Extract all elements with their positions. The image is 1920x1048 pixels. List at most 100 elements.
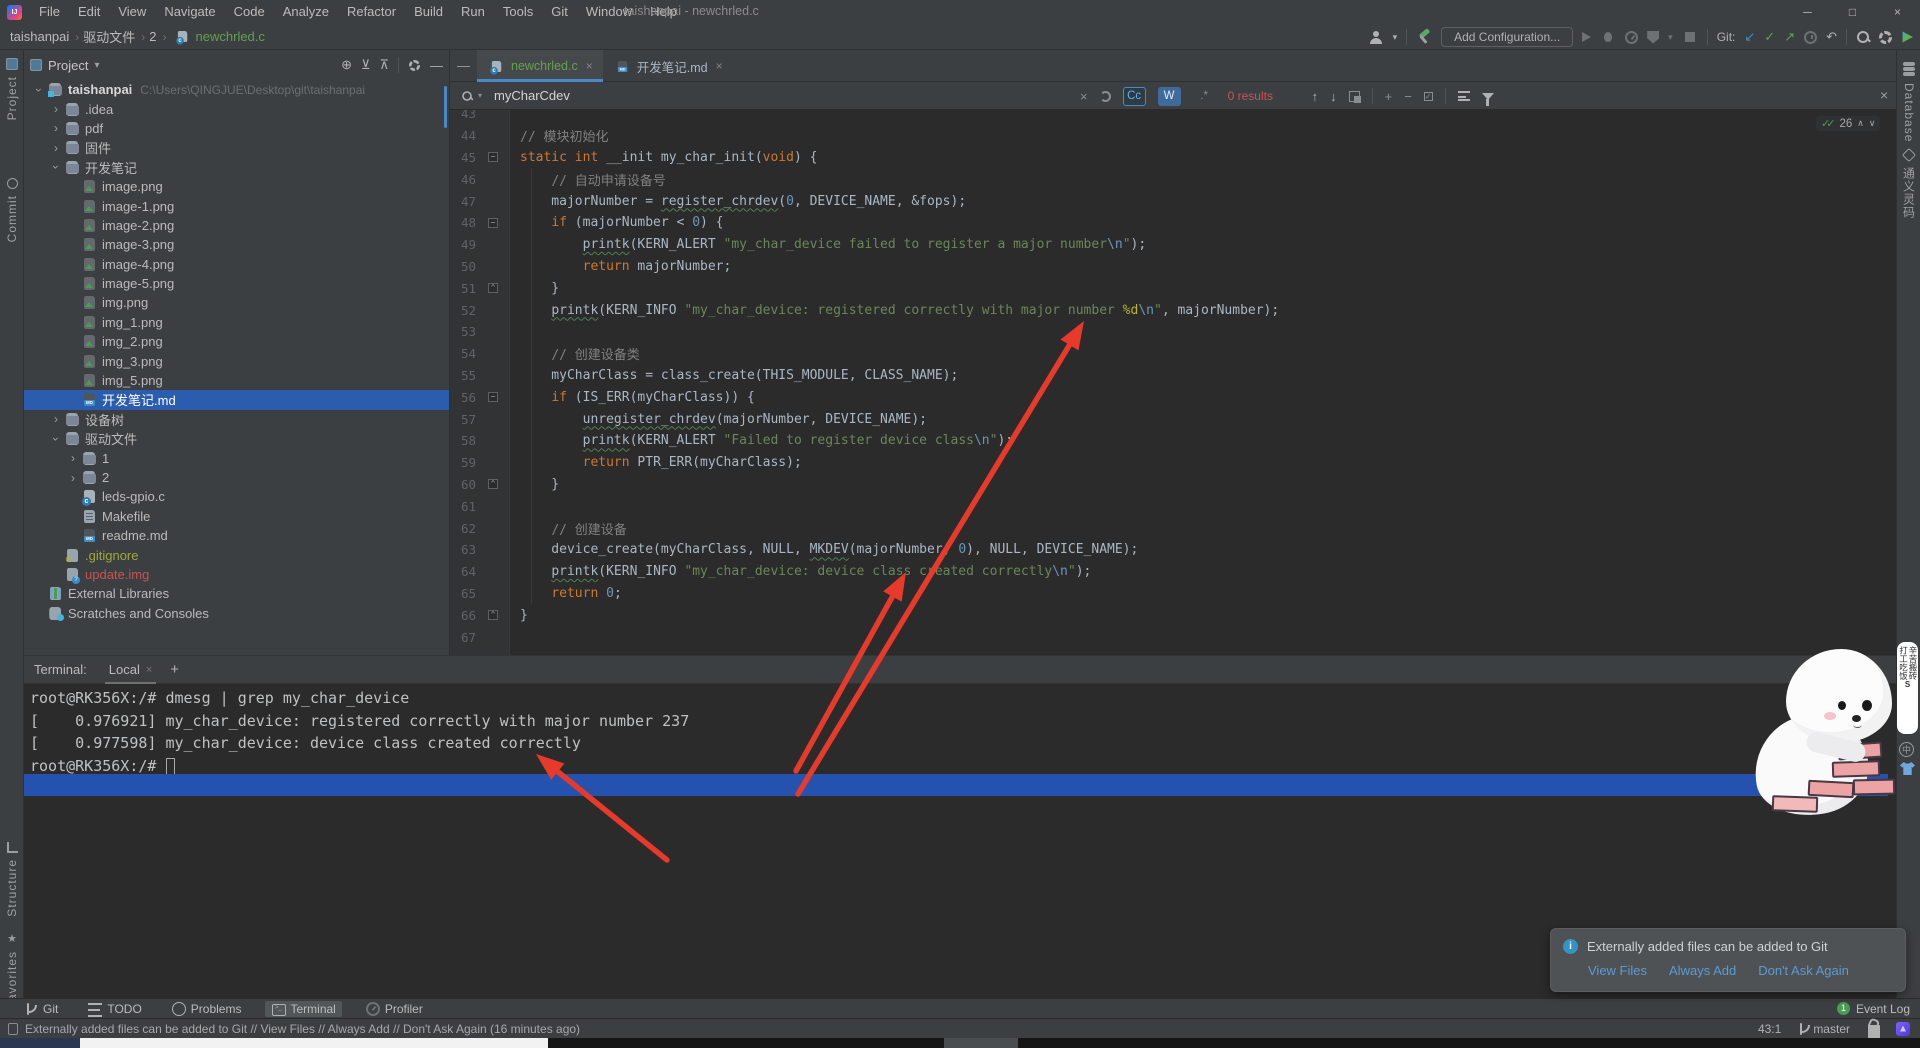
zhong-plugin-icon[interactable]: 中 [1899, 742, 1914, 757]
menu-item[interactable]: Analyze [274, 0, 338, 24]
code-line[interactable]: 48 − if (majorNumber < 0) { [450, 212, 1896, 234]
code-line[interactable]: 62 // 创建设备 [450, 517, 1896, 539]
line-number[interactable]: 61 [450, 499, 476, 514]
previous-occurrence-icon[interactable]: ↑ [1312, 89, 1319, 104]
tool-window-button[interactable]: Problems [166, 1001, 248, 1017]
line-number[interactable]: 49 [450, 237, 476, 252]
breadcrumb-label[interactable]: 2 [149, 29, 156, 44]
sidebar-tab-lingma[interactable]: 通义灵码 [1897, 150, 1920, 219]
tree-row[interactable]: Scratches and Consoles [24, 604, 449, 623]
tree-chevron-icon[interactable]: › [66, 451, 80, 465]
code-line[interactable]: 44 // 模块初始化 [450, 125, 1896, 147]
remove-occurrence-icon[interactable]: − [1404, 89, 1412, 104]
line-number[interactable]: 59 [450, 455, 476, 470]
breadcrumb-file[interactable]: newchrled.c [196, 29, 265, 44]
menu-item[interactable]: File [30, 0, 69, 24]
expand-all-icon[interactable]: ⊻ [361, 57, 371, 73]
search-filter-icon[interactable] [1482, 93, 1494, 100]
breadcrumb-label[interactable]: 驱动文件 [83, 27, 135, 46]
line-number[interactable]: 48 [450, 215, 476, 230]
profiler-run-icon[interactable] [1625, 31, 1638, 44]
code-line[interactable]: 64 printk(KERN_INFO "my_char_device: dev… [450, 561, 1896, 583]
menu-item[interactable]: Refactor [338, 0, 405, 24]
git-rollback-icon[interactable]: ↶ [1826, 29, 1837, 45]
tree-chevron-icon[interactable]: › [49, 121, 63, 135]
plugin-status-icon[interactable] [1896, 1022, 1910, 1036]
close-search-icon[interactable]: × [1880, 87, 1888, 103]
locate-file-icon[interactable]: ⊕ [341, 57, 352, 73]
add-configuration-button[interactable]: Add Configuration... [1441, 27, 1573, 47]
collapse-all-icon[interactable]: ⊼ [379, 57, 389, 73]
window-control-button[interactable]: × [1875, 0, 1920, 24]
tab-close-icon[interactable]: × [716, 59, 723, 73]
line-number[interactable]: 47 [450, 194, 476, 209]
git-commit-icon[interactable]: ✓ [1764, 29, 1775, 45]
line-number[interactable]: 52 [450, 303, 476, 318]
line-number[interactable]: 62 [450, 521, 476, 536]
editor-tab[interactable]: 开发笔记.md × [603, 50, 733, 82]
tree-row[interactable]: › pdf [24, 119, 449, 138]
prev-problem-icon[interactable]: ∧ [1857, 118, 1864, 129]
tree-row[interactable]: image-3.png [24, 235, 449, 254]
tree-chevron-icon[interactable]: › [49, 160, 63, 174]
user-dropdown-icon[interactable]: ▾ [1393, 29, 1398, 45]
code-line[interactable]: 67 [450, 626, 1896, 648]
menu-item[interactable]: Navigate [155, 0, 224, 24]
terminal-tab-close-icon[interactable]: × [146, 664, 152, 676]
hide-panel-icon[interactable]: — [430, 58, 443, 73]
window-control-button[interactable]: □ [1830, 0, 1875, 24]
window-control-button[interactable]: ─ [1785, 0, 1830, 24]
tool-window-button[interactable]: Terminal [265, 1001, 341, 1017]
fold-marker-icon[interactable]: − [488, 152, 498, 162]
fold-marker-icon[interactable]: − [488, 392, 498, 402]
notification-action-link[interactable]: Always Add [1669, 963, 1736, 978]
add-occurrence-icon[interactable]: + [1385, 89, 1393, 104]
sidebar-tab-project[interactable]: Project [0, 58, 24, 120]
clear-search-icon[interactable]: × [1080, 89, 1088, 104]
event-log-button[interactable]: Event Log [1856, 1002, 1910, 1016]
sidebar-tab-structure[interactable]: Structure [0, 842, 24, 917]
tree-chevron-icon[interactable]: › [49, 141, 63, 155]
tree-row[interactable]: image-5.png [24, 274, 449, 293]
tree-row[interactable]: readme.md [24, 526, 449, 545]
tool-window-button[interactable]: Git [18, 1001, 64, 1017]
tree-chevron-icon[interactable]: › [49, 102, 63, 116]
tree-row[interactable]: img_1.png [24, 313, 449, 332]
menu-item[interactable]: Edit [69, 0, 109, 24]
project-panel-title[interactable]: Project [48, 58, 88, 73]
menu-item[interactable]: View [109, 0, 155, 24]
line-number[interactable]: 63 [450, 542, 476, 557]
code-line[interactable]: 63 device_create(myCharClass, NULL, MKDE… [450, 539, 1896, 561]
tree-row[interactable]: image-4.png [24, 255, 449, 274]
code-line[interactable]: 55 myCharClass = class_create(THIS_MODUL… [450, 365, 1896, 387]
tree-row[interactable]: External Libraries [24, 584, 449, 603]
menu-item[interactable]: Run [452, 0, 494, 24]
tree-row[interactable]: update.img [24, 565, 449, 584]
breadcrumb-label[interactable]: taishanpai [10, 29, 69, 44]
line-number[interactable]: 66 [450, 608, 476, 623]
git-update-icon[interactable]: ↙ [1744, 29, 1755, 45]
code-line[interactable]: 43 [450, 110, 1896, 125]
line-number[interactable]: 57 [450, 412, 476, 427]
code-line[interactable]: 49 printk(KERN_ALERT "my_char_device fai… [450, 234, 1896, 256]
tree-row[interactable]: › 开发笔记 [24, 158, 449, 177]
tool-window-button[interactable]: TODO [82, 999, 147, 1018]
tree-row[interactable]: › 2 [24, 468, 449, 487]
search-history-icon[interactable] [1100, 91, 1111, 102]
code-line[interactable]: 66 ^ } [450, 604, 1896, 626]
search-everywhere-icon[interactable] [1856, 30, 1870, 44]
match-case-toggle[interactable]: Cc [1123, 87, 1146, 106]
notification-action-link[interactable]: Don't Ask Again [1758, 963, 1849, 978]
fold-marker-icon[interactable]: ^ [488, 479, 498, 489]
code-editor[interactable]: 43 44 // 模块初始化 45 − static int __init my… [450, 110, 1896, 655]
tree-chevron-icon[interactable]: › [66, 471, 80, 485]
tree-row[interactable]: › 固件 [24, 138, 449, 157]
fold-marker-icon[interactable]: − [488, 218, 498, 228]
code-line[interactable]: 56 − if (IS_ERR(myCharClass)) { [450, 386, 1896, 408]
find-in-selection-icon[interactable] [1349, 91, 1360, 102]
panel-settings-gear-icon[interactable] [409, 59, 420, 70]
menu-item[interactable]: Code [225, 0, 274, 24]
tree-row[interactable]: › .idea [24, 99, 449, 118]
search-input[interactable]: myCharCdev [494, 88, 570, 103]
line-number[interactable]: 46 [450, 172, 476, 187]
